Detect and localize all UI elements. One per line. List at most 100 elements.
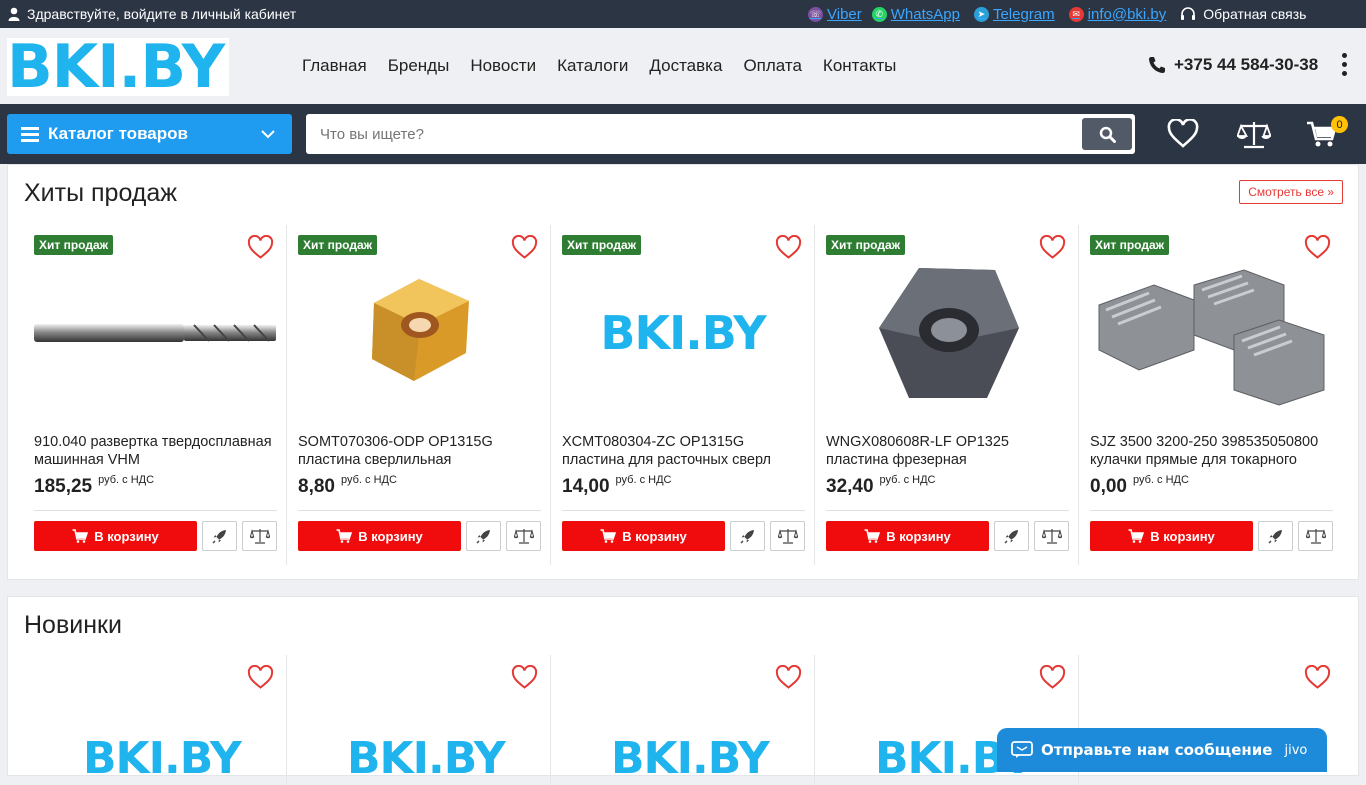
quick-order-button[interactable] (202, 521, 237, 551)
see-all-link[interactable]: Смотреть все » (1239, 180, 1343, 204)
login-link[interactable]: Здравствуйте, войдите в личный кабинет (8, 6, 296, 22)
product-image[interactable] (298, 255, 540, 410)
add-to-cart-button[interactable]: В корзину (34, 521, 197, 551)
hit-badge: Хит продаж (298, 235, 378, 255)
product-image[interactable] (826, 255, 1068, 410)
quick-order-button[interactable] (730, 521, 765, 551)
product-image[interactable]: BKI.BY (562, 255, 804, 410)
whatsapp-link[interactable]: ✆ WhatsApp (871, 5, 960, 23)
product-image[interactable] (1090, 255, 1332, 410)
product-card[interactable]: Хит продаж SOMT070306-ODP OP1315G пластин… (287, 225, 551, 565)
search-input[interactable] (306, 114, 1066, 154)
new-product-card[interactable]: BKI.BY (23, 655, 287, 785)
telegram-link[interactable]: ➤ Telegram (973, 5, 1055, 23)
divider (562, 510, 805, 511)
nav-item-home[interactable]: Главная (302, 56, 367, 76)
main-nav: Главная Бренды Новости Каталоги Доставка… (302, 28, 896, 104)
whatsapp-label: WhatsApp (890, 5, 960, 23)
price-value: 14,00 (562, 476, 610, 497)
product-price: 0,00 руб. с НДС (1090, 474, 1189, 498)
price-value: 8,80 (298, 476, 335, 497)
new-product-card[interactable]: BKI.BY (287, 655, 551, 785)
product-card[interactable]: Хит продаж WNGX080608R-LF OP1325 пластина… (815, 225, 1079, 565)
callback-link[interactable]: Обратная связь (1180, 6, 1306, 22)
phone-link[interactable]: +375 44 584-30-38 (1148, 55, 1318, 75)
cart-icon (336, 529, 353, 543)
gold-insert-image (372, 278, 469, 381)
product-card[interactable]: Хит продаж SJZ 3500 3200-250 398535050800… (1079, 225, 1343, 565)
compare-scales-icon[interactable] (1237, 119, 1271, 149)
headset-icon (1181, 6, 1196, 20)
favorite-heart-icon[interactable] (511, 665, 538, 690)
product-price: 14,00 руб. с НДС (562, 474, 671, 498)
chat-bubble-icon (1011, 741, 1033, 758)
nav-item-delivery[interactable]: Доставка (649, 56, 722, 76)
compare-button[interactable] (506, 521, 541, 551)
hits-title: Хиты продаж (24, 179, 178, 207)
nav-item-brands[interactable]: Бренды (388, 56, 450, 76)
search-button[interactable] (1082, 118, 1132, 150)
add-to-cart-label: В корзину (1150, 528, 1215, 544)
nav-item-contacts[interactable]: Контакты (823, 56, 896, 76)
quick-order-button[interactable] (466, 521, 501, 551)
divider (34, 510, 277, 511)
nav-item-catalogs[interactable]: Каталоги (557, 56, 628, 76)
telegram-label: Telegram (992, 5, 1055, 23)
contact-links: ☏ Viber ✆ WhatsApp ➤ Telegram ✉ info@bki.by … (808, 0, 1306, 28)
product-card[interactable]: Хит продаж BKI.BY XCMT080304-ZC OP1315G пл… (551, 225, 815, 565)
product-price: 8,80 руб. с НДС (298, 474, 397, 498)
add-to-cart-button[interactable]: В корзину (826, 521, 989, 551)
product-name[interactable]: SOMT070306-ODP OP1315G пластина сверлиль… (298, 434, 543, 469)
compare-icon (249, 529, 270, 544)
nav-item-news[interactable]: Новости (470, 56, 536, 76)
header: BKI.BY Главная Бренды Новости Каталоги Д… (0, 28, 1366, 104)
quick-order-button[interactable] (1258, 521, 1293, 551)
add-to-cart-button[interactable]: В корзину (1090, 521, 1253, 551)
site-logo[interactable]: BKI.BY (7, 37, 229, 97)
product-name[interactable]: XCMT080304-ZC OP1315G пластина для расто… (562, 434, 807, 469)
favorite-heart-icon[interactable] (1039, 665, 1066, 690)
compare-button[interactable] (1034, 521, 1069, 551)
product-name[interactable]: WNGX080608R-LF OP1325 пластина фрезерная (826, 434, 1071, 469)
product-image[interactable] (34, 255, 276, 410)
price-unit: руб. с НДС (98, 474, 155, 486)
email-link[interactable]: ✉ info@bki.by (1068, 6, 1166, 23)
cart-icon (600, 529, 617, 543)
compare-button[interactable] (1298, 521, 1333, 551)
favorite-heart-icon[interactable] (1304, 665, 1331, 690)
price-value: 185,25 (34, 476, 93, 497)
top-bar: Здравствуйте, войдите в личный кабинет ☏… (0, 0, 1366, 28)
add-to-cart-label: В корзину (94, 528, 159, 544)
chevron-down-icon (261, 130, 275, 139)
compare-icon (513, 529, 534, 544)
product-name[interactable]: SJZ 3500 3200-250 398535050800 кулачки п… (1090, 434, 1335, 469)
more-menu-icon[interactable] (1342, 53, 1347, 76)
viber-link[interactable]: ☏ Viber (808, 6, 862, 23)
price-unit: руб. с НДС (1132, 474, 1189, 486)
callback-label: Обратная связь (1203, 6, 1307, 22)
add-to-cart-label: В корзину (622, 528, 687, 544)
product-price: 185,25 руб. с НДС (34, 474, 155, 498)
add-to-cart-button[interactable]: В корзину (298, 521, 461, 551)
reamer-image (34, 323, 276, 342)
favorite-heart-icon[interactable] (247, 665, 274, 690)
nav-item-payment[interactable]: Оплата (743, 56, 801, 76)
compare-button[interactable] (770, 521, 805, 551)
favorite-heart-icon[interactable] (775, 665, 802, 690)
new-product-card[interactable]: BKI.BY (551, 655, 815, 785)
catalog-button[interactable]: Каталог товаров (7, 114, 292, 154)
chuck-jaws-image (1098, 269, 1324, 406)
product-card[interactable]: Хит продаж 910.040 развертка твердосплавн… (23, 225, 287, 565)
bki-placeholder-logo: BKI.BY (600, 305, 766, 360)
jivo-chat-widget[interactable]: Отправьте нам сообщение jivo (997, 728, 1327, 772)
jivo-brand: jivo (1284, 742, 1308, 758)
price-unit: руб. с НДС (340, 474, 397, 486)
product-name[interactable]: 910.040 развертка твердосплавная машинна… (34, 434, 279, 469)
add-to-cart-button[interactable]: В корзину (562, 521, 725, 551)
compare-button[interactable] (242, 521, 277, 551)
divider (826, 510, 1069, 511)
quick-order-button[interactable] (994, 521, 1029, 551)
favorites-heart-icon[interactable] (1167, 119, 1199, 149)
add-to-cart-label: В корзину (886, 528, 951, 544)
cart-icon (864, 529, 881, 543)
